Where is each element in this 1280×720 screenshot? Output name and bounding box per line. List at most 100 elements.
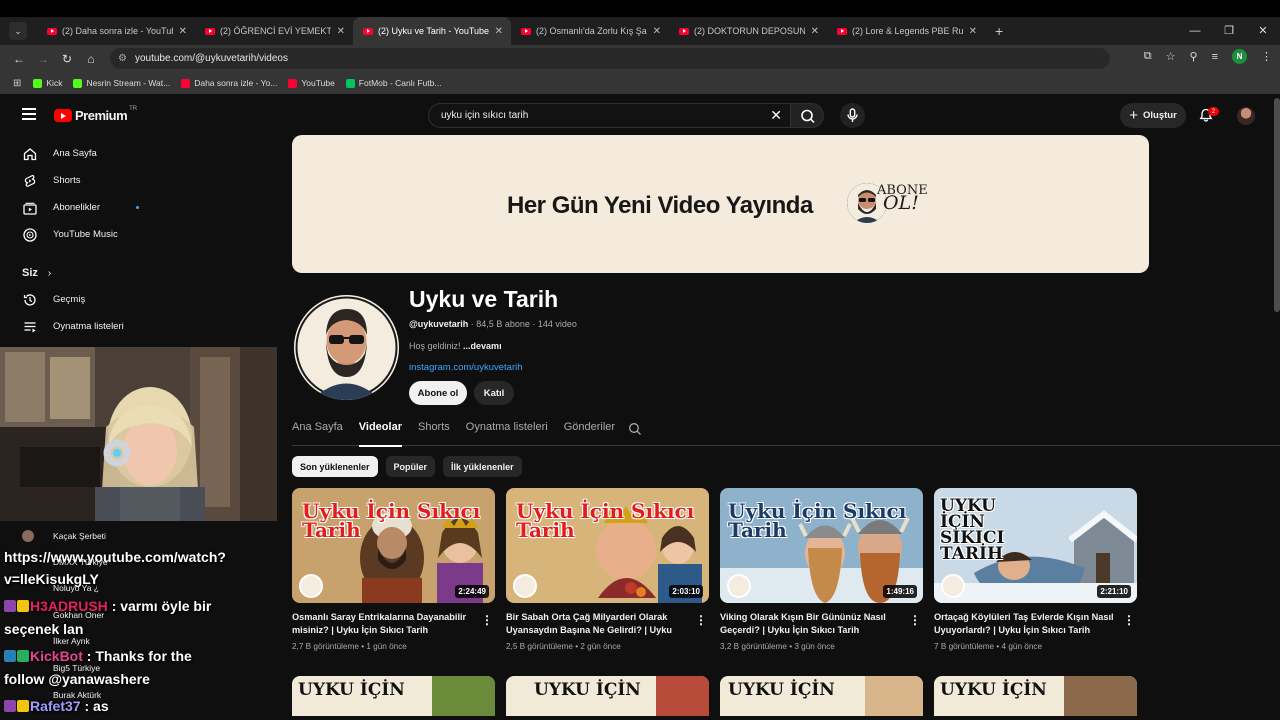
- video-age: 4 gün önce: [1001, 642, 1043, 651]
- channel-mini-avatar: [513, 574, 537, 598]
- bookmark-nesrin-stream[interactable]: Nesrin Stream - Wat...: [73, 78, 170, 88]
- video-card[interactable]: Uyku İçin Sıkıcı Tarih 2:24:49 Osmanlı S…: [292, 488, 495, 651]
- video-title[interactable]: Ortaçağ Köylüleri Taş Evlerde Kışın Nası…: [934, 611, 1119, 637]
- new-tab-icon[interactable]: +: [995, 23, 1003, 39]
- bookmark-label: Nesrin Stream - Wat...: [86, 78, 171, 88]
- browser-tab[interactable]: (2) Lore & Legends PBE Rundown ✕: [827, 17, 985, 45]
- youtube-premium-logo[interactable]: Premium TR: [54, 106, 137, 123]
- channel-search-icon[interactable]: [628, 422, 642, 436]
- sidebar-item-playlists[interactable]: Oynatma listeleri: [0, 313, 278, 340]
- reload-icon[interactable]: ↻: [55, 52, 79, 66]
- hamburger-menu-icon[interactable]: [22, 108, 36, 120]
- bookmark-fotmob[interactable]: FotMob - Canlı Futb...: [345, 78, 441, 88]
- channel-instagram-link[interactable]: instagram.com/uykuvetarih: [409, 362, 523, 373]
- bookmark-youtube[interactable]: YouTube: [288, 78, 335, 88]
- section-title: Siz: [22, 267, 38, 279]
- video-menu-icon[interactable]: ⋮: [481, 613, 493, 627]
- channel-avatar[interactable]: [294, 295, 399, 400]
- browser-tab[interactable]: (2) Osmanlı'da Zorlu Kış Şartları ✕: [511, 17, 669, 45]
- tab-search-chevron-icon[interactable]: ⌄: [9, 22, 27, 40]
- channel-description[interactable]: Hoş geldiniz! ...devamı: [409, 341, 502, 351]
- join-button[interactable]: Katıl: [474, 381, 514, 405]
- sidebar-item-youtube-music[interactable]: YouTube Music: [0, 221, 278, 248]
- video-thumbnail-partial[interactable]: UYKU İÇİN: [720, 676, 923, 716]
- video-title[interactable]: Osmanlı Saray Entrikalarına Dayanabilir …: [292, 611, 477, 637]
- browser-tab[interactable]: (2) ÖĞRENCİ EVİ YEMEKTEYİZ NE ✕: [195, 17, 353, 45]
- minimize-icon[interactable]: —: [1178, 17, 1212, 45]
- close-tab-icon[interactable]: ✕: [337, 26, 345, 37]
- apps-grid-icon[interactable]: ⊞: [13, 78, 21, 89]
- home-icon: [23, 147, 37, 160]
- extensions-icon[interactable]: ⚲: [1190, 50, 1198, 63]
- forward-icon[interactable]: →: [31, 52, 55, 66]
- browser-tab-strip: ⌄ (2) Daha sonra izle - YouTube ✕ (2) ÖĞR…: [0, 17, 1280, 45]
- search-input[interactable]: uyku için sıkıcı tarih ✕: [428, 103, 790, 128]
- video-card[interactable]: Uyku İçin Sıkıcı Tarih 2:03:10 Bir Sabah…: [506, 488, 709, 651]
- video-card[interactable]: Uyku İçin Sıkıcı Tarih 1:49:16 Viking Ol…: [720, 488, 923, 651]
- video-views: 7 B görüntüleme: [934, 642, 995, 651]
- browser-tab[interactable]: (2) Daha sonra izle - YouTube ✕: [37, 17, 195, 45]
- chat-username: Rafet37: [30, 698, 81, 714]
- description-more-link[interactable]: ...devamı: [463, 341, 502, 351]
- video-thumbnail[interactable]: Uyku İçin Sıkıcı Tarih 1:49:16: [720, 488, 923, 603]
- address-bar[interactable]: ⚙ youtube.com/@uykuvetarih/videos: [110, 48, 1110, 69]
- close-tab-icon[interactable]: ✕: [495, 26, 503, 37]
- tab-home[interactable]: Ana Sayfa: [292, 421, 343, 446]
- video-thumbnail[interactable]: Uyku İçin Sıkıcı Tarih 2:24:49: [292, 488, 495, 603]
- search-button[interactable]: [790, 103, 824, 128]
- chip-popular[interactable]: Popüler: [385, 456, 436, 477]
- page-scrollbar[interactable]: [1274, 98, 1280, 312]
- bookmark-star-icon[interactable]: ☆: [1166, 50, 1176, 63]
- tab-shorts[interactable]: Shorts: [418, 421, 450, 446]
- webcam-image: [0, 347, 277, 521]
- tab-videos[interactable]: Videolar: [358, 421, 403, 447]
- browser-tab[interactable]: (2) DOKTORUN DEPOSUNDA KE ✕: [669, 17, 827, 45]
- close-tab-icon[interactable]: ✕: [653, 26, 661, 37]
- account-avatar[interactable]: [1237, 107, 1255, 125]
- video-thumbnail[interactable]: Uyku İçin Sıkıcı Tarih 2:03:10: [506, 488, 709, 603]
- install-app-icon[interactable]: ⧉: [1144, 50, 1152, 63]
- browser-tab-active[interactable]: (2) Uyku ve Tarih - YouTube ✕: [353, 17, 511, 45]
- video-thumbnail-partial[interactable]: UYKU İÇİN: [292, 676, 495, 716]
- chip-latest[interactable]: Son yüklenenler: [292, 456, 378, 477]
- chat-message: https://www.youtube.com/watch?: [4, 549, 226, 565]
- video-menu-icon[interactable]: ⋮: [1123, 613, 1135, 627]
- create-button[interactable]: + Oluştur: [1120, 103, 1186, 128]
- chip-oldest[interactable]: İlk yüklenenler: [443, 456, 522, 477]
- close-window-icon[interactable]: ✕: [1246, 17, 1280, 45]
- sidebar-item-subscriptions[interactable]: Abonelikler: [0, 194, 278, 221]
- video-title[interactable]: Viking Olarak Kışın Bir Gününüz Nasıl Ge…: [720, 611, 905, 637]
- sidebar-item-shorts[interactable]: Shorts: [0, 167, 278, 194]
- site-info-icon[interactable]: ⚙: [118, 53, 127, 64]
- video-menu-icon[interactable]: ⋮: [695, 613, 707, 627]
- voice-search-button[interactable]: [840, 103, 865, 128]
- bookmark-watch-later[interactable]: Daha sonra izle - Yo...: [181, 78, 277, 88]
- close-tab-icon[interactable]: ✕: [811, 26, 819, 37]
- video-thumbnail-partial[interactable]: UYKU İÇİN: [934, 676, 1137, 716]
- restore-icon[interactable]: ❐: [1212, 17, 1246, 45]
- video-age: 1 gün önce: [366, 642, 407, 651]
- home-icon[interactable]: ⌂: [79, 52, 103, 66]
- youtube-favicon-icon: [679, 27, 689, 35]
- browser-menu-icon[interactable]: ⋮: [1261, 50, 1272, 63]
- video-views: 3,2 B görüntüleme: [720, 642, 787, 651]
- media-controls-icon[interactable]: ≡: [1212, 51, 1218, 63]
- video-card[interactable]: UYKU İÇİN SIKICI TARİH 2:21:10 Ortaçağ K…: [934, 488, 1137, 651]
- close-tab-icon[interactable]: ✕: [179, 26, 187, 37]
- subscribe-button[interactable]: Abone ol: [409, 381, 467, 405]
- sidebar-item-history[interactable]: Geçmiş: [0, 286, 278, 313]
- video-title[interactable]: Bir Sabah Orta Çağ Milyarderi Olarak Uya…: [506, 611, 691, 637]
- tab-playlists[interactable]: Oynatma listeleri: [466, 421, 548, 446]
- clear-search-icon[interactable]: ✕: [770, 107, 782, 124]
- close-tab-icon[interactable]: ✕: [969, 26, 977, 37]
- back-icon[interactable]: ←: [7, 52, 31, 66]
- profile-avatar[interactable]: N: [1232, 49, 1247, 64]
- sidebar-item-home[interactable]: Ana Sayfa: [0, 140, 278, 167]
- video-thumbnail-partial[interactable]: UYKU İÇİN: [506, 676, 709, 716]
- tab-posts[interactable]: Gönderiler: [564, 421, 615, 446]
- sidebar-section-you[interactable]: Siz ›: [0, 260, 278, 286]
- video-menu-icon[interactable]: ⋮: [909, 613, 921, 627]
- thumbnail-art: [1064, 676, 1137, 716]
- bookmark-kick[interactable]: Kick: [33, 78, 62, 88]
- video-thumbnail[interactable]: UYKU İÇİN SIKICI TARİH 2:21:10: [934, 488, 1137, 603]
